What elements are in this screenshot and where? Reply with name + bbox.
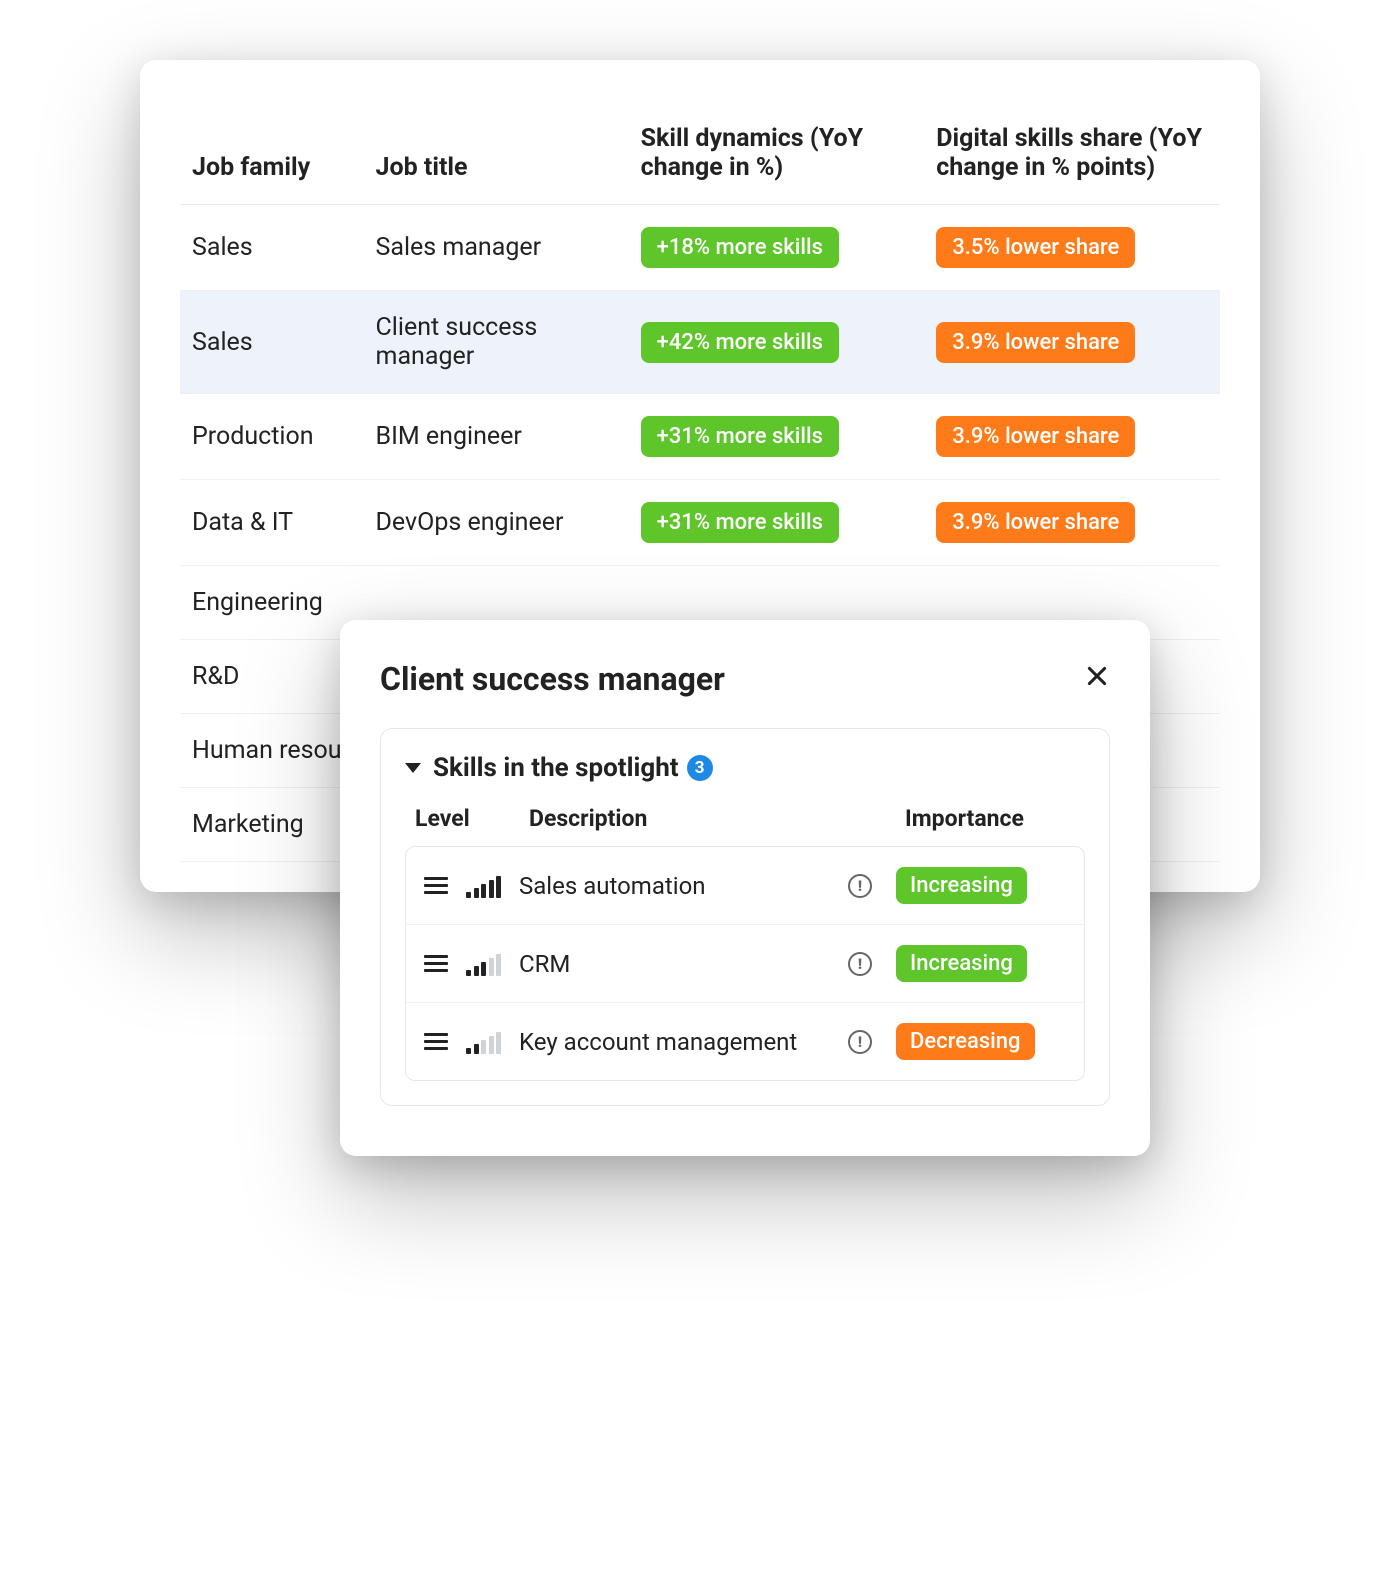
job-detail-modal: Client success manager Skills in the spo…	[340, 620, 1150, 1156]
col-header-skill-dynamics: Skill dynamics (YoY change in %)	[629, 110, 925, 205]
skill-row[interactable]: CRM! Increasing	[406, 925, 1084, 1003]
table-row[interactable]: SalesClient success manager +42% more ski…	[180, 291, 1220, 394]
section-label: Skills in the spotlight	[433, 753, 679, 783]
table-row[interactable]: Data & ITDevOps engineer +31% more skills…	[180, 480, 1220, 566]
cell-job-title: Sales manager	[364, 205, 629, 291]
count-badge: 3	[687, 755, 713, 781]
col-header-job-title: Job title	[364, 110, 629, 205]
cell-skill-dynamics: +42% more skills	[629, 291, 925, 394]
cell-job-family: Sales	[180, 291, 364, 394]
skill-list: Sales automation! Increasing CRM! Increasin…	[405, 846, 1085, 1081]
close-button[interactable]	[1084, 663, 1110, 695]
info-icon[interactable]: !	[848, 1030, 872, 1054]
cell-skill-dynamics: +18% more skills	[629, 205, 925, 291]
cell-skill-dynamics: +31% more skills	[629, 480, 925, 566]
importance-cell: Decreasing	[896, 1023, 1066, 1060]
section-toggle[interactable]: Skills in the spotlight 3	[405, 753, 1085, 783]
skill-description: Key account management	[519, 1028, 830, 1056]
cell-job-family: R&D	[180, 640, 364, 714]
cell-job-family: Production	[180, 394, 364, 480]
skill-description: CRM	[519, 950, 830, 978]
level-bars-icon	[466, 874, 501, 898]
cell-digital-share: 3.5% lower share	[924, 205, 1220, 291]
cell-job-title: BIM engineer	[364, 394, 629, 480]
digital-share-pill: 3.9% lower share	[936, 322, 1135, 363]
skill-dynamics-pill: +31% more skills	[641, 416, 839, 457]
cell-job-family: Engineering	[180, 566, 364, 640]
importance-cell: Increasing	[896, 945, 1066, 982]
cell-job-title: Client success manager	[364, 291, 629, 394]
col-header-level: Level	[415, 805, 485, 832]
cell-job-family: Marketing	[180, 788, 364, 862]
drag-handle-icon[interactable]	[424, 1033, 448, 1050]
importance-cell: Increasing	[896, 867, 1066, 904]
col-header-digital-share: Digital skills share (YoY change in % po…	[924, 110, 1220, 205]
modal-title: Client success manager	[380, 660, 725, 698]
info-icon[interactable]: !	[848, 952, 872, 976]
cell-digital-share: 3.9% lower share	[924, 291, 1220, 394]
level-bars-icon	[466, 952, 501, 976]
col-header-job-family: Job family	[180, 110, 364, 205]
cell-job-family: Data & IT	[180, 480, 364, 566]
col-header-importance: Importance	[905, 805, 1075, 832]
skill-dynamics-pill: +42% more skills	[641, 322, 839, 363]
col-header-description: Description	[485, 805, 905, 832]
cell-job-family: Human resources	[180, 714, 364, 788]
digital-share-pill: 3.9% lower share	[936, 416, 1135, 457]
info-icon[interactable]: !	[848, 874, 872, 898]
skill-dynamics-pill: +31% more skills	[641, 502, 839, 543]
cell-digital-share: 3.9% lower share	[924, 394, 1220, 480]
cell-skill-dynamics: +31% more skills	[629, 394, 925, 480]
skill-row[interactable]: Sales automation! Increasing	[406, 847, 1084, 925]
importance-increasing-pill: Increasing	[896, 945, 1027, 982]
drag-handle-icon[interactable]	[424, 955, 448, 972]
skills-spotlight-section: Skills in the spotlight 3 Level Descript…	[380, 728, 1110, 1106]
importance-decreasing-pill: Decreasing	[896, 1023, 1035, 1060]
table-row[interactable]: SalesSales manager +18% more skills 3.5% l…	[180, 205, 1220, 291]
digital-share-pill: 3.9% lower share	[936, 502, 1135, 543]
cell-digital-share: 3.9% lower share	[924, 480, 1220, 566]
table-row[interactable]: ProductionBIM engineer +31% more skills 3.…	[180, 394, 1220, 480]
caret-down-icon	[405, 763, 421, 773]
cell-job-family: Sales	[180, 205, 364, 291]
cell-job-title: DevOps engineer	[364, 480, 629, 566]
close-icon	[1084, 663, 1110, 696]
digital-share-pill: 3.5% lower share	[936, 227, 1135, 268]
skill-dynamics-pill: +18% more skills	[641, 227, 839, 268]
drag-handle-icon[interactable]	[424, 877, 448, 894]
level-bars-icon	[466, 1030, 501, 1054]
skill-row[interactable]: Key account management! Decreasing	[406, 1003, 1084, 1080]
importance-increasing-pill: Increasing	[896, 867, 1027, 904]
skill-description: Sales automation	[519, 872, 830, 900]
